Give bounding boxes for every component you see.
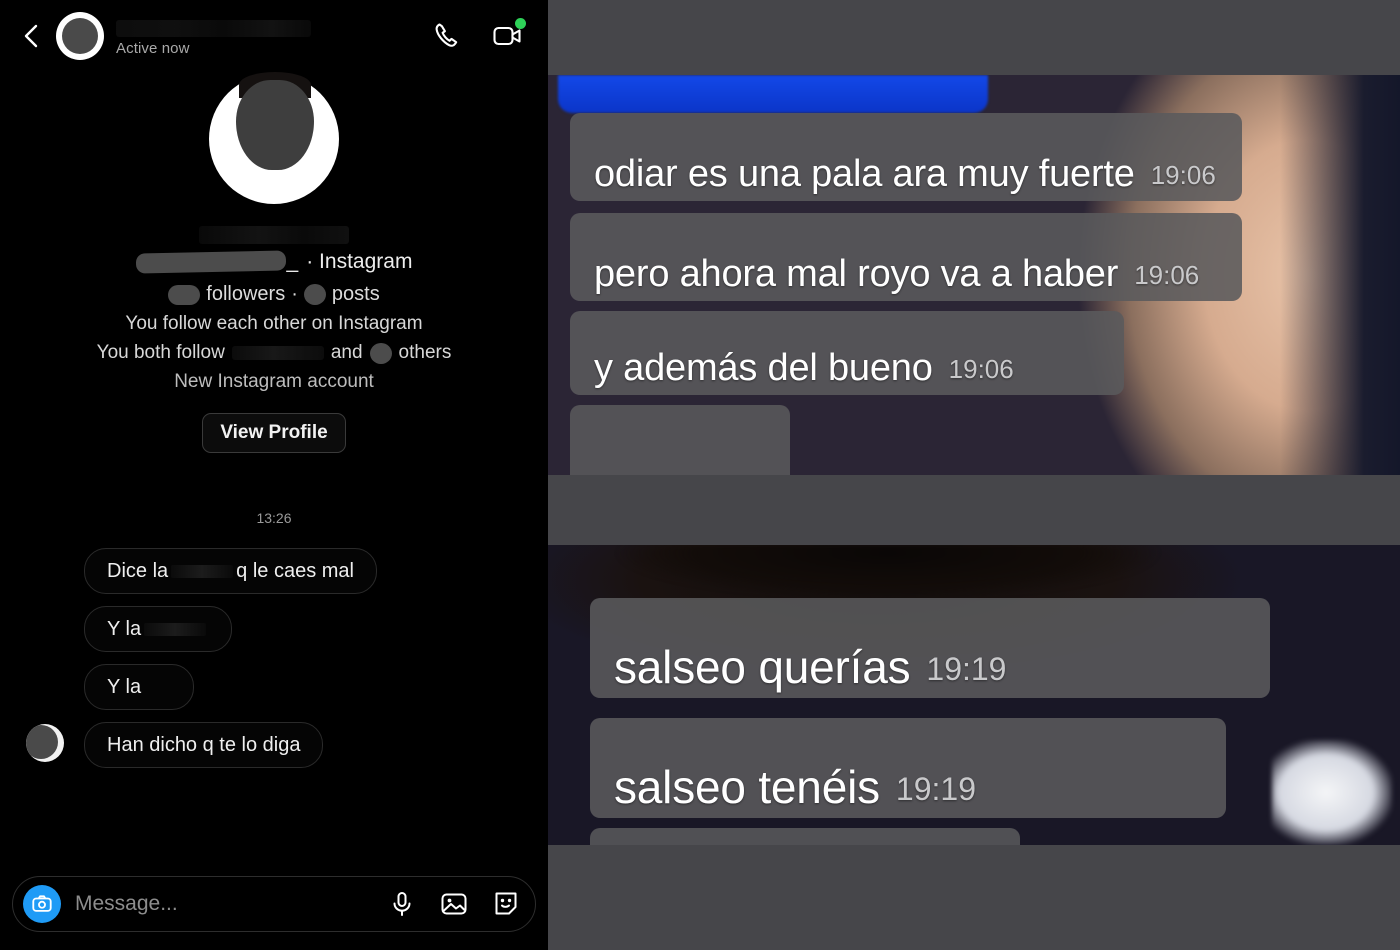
profile-platform-label: · Instagram: [306, 250, 413, 273]
chat-bubble-text: odiar es una pala ara muy fuerte: [594, 153, 1135, 195]
message-redaction: [144, 623, 207, 637]
posts-label: posts: [331, 283, 380, 305]
profile-display-name-redacted: [199, 226, 349, 244]
view-profile-button[interactable]: View Profile: [202, 413, 346, 453]
mutual-follow-text: You follow each other on Instagram: [125, 313, 423, 334]
profile-card: _ · Instagram followers · posts You foll…: [0, 72, 548, 453]
image-icon[interactable]: [439, 889, 469, 919]
chat-bubble-partial: [590, 828, 1020, 845]
chat-bubble-text: y además del bueno: [594, 347, 933, 389]
both-follow-count-redacted: [369, 342, 392, 364]
composer-actions: [387, 889, 521, 919]
posts-count-redacted: [303, 284, 326, 305]
chat-bubble-text: pero ahora mal royo va a haber: [594, 253, 1119, 295]
profile-handle-row: _ · Instagram: [135, 250, 413, 274]
top-chat-screenshot: odiar es una pala ara muy fuerte 19:06 p…: [548, 75, 1400, 475]
message-bubble[interactable]: Han dicho q te lo diga: [84, 722, 324, 768]
profile-handle-redacted: [135, 250, 286, 274]
contact-name-redacted: [116, 19, 311, 37]
message-text-before: Dice la: [107, 560, 169, 582]
contact-name-block[interactable]: Active now: [116, 16, 430, 57]
sticker-icon[interactable]: [491, 889, 521, 919]
message-bubble[interactable]: Y la: [84, 664, 195, 710]
message-composer: [12, 876, 536, 932]
blue-banner: [558, 75, 988, 113]
microphone-icon[interactable]: [387, 889, 417, 919]
message-row: Y la: [0, 664, 548, 710]
message-bubble[interactable]: Y la: [84, 606, 233, 652]
video-camera-icon[interactable]: [490, 18, 526, 53]
chat-bubble-time: 19:19: [895, 771, 976, 807]
message-input[interactable]: [75, 892, 377, 916]
message-bubble[interactable]: Dice la q le caes mal: [84, 548, 377, 594]
stats-separator: ·: [291, 283, 298, 305]
message-text-before: Y la: [107, 618, 142, 640]
instagram-dm-panel: Active now _ · Instagram followers · pos…: [0, 0, 548, 950]
green-status-dot: [515, 18, 526, 29]
chat-bubble-text: salseo querías: [614, 641, 911, 693]
dm-header: Active now: [0, 0, 548, 72]
sender-avatar: [26, 724, 64, 762]
message-redaction: [171, 565, 234, 579]
chat-bubble: y además del bueno 19:06: [570, 311, 1124, 395]
conversation-timestamp: 13:26: [256, 510, 292, 526]
both-follow-row: You both follow and others: [96, 342, 452, 364]
chat-photo-panel: odiar es una pala ara muy fuerte 19:06 p…: [548, 0, 1400, 950]
new-account-text: New Instagram account: [174, 371, 374, 392]
profile-avatar[interactable]: [209, 72, 339, 204]
chat-bubble: salseo querías 19:19: [590, 598, 1270, 698]
message-row: Han dicho q te lo diga: [0, 722, 548, 768]
chat-bubble-time: 19:06: [1134, 260, 1200, 290]
back-chevron-icon[interactable]: [18, 22, 46, 50]
message-row: Y la: [0, 606, 548, 652]
phone-icon[interactable]: [430, 19, 464, 53]
both-follow-others: others: [398, 342, 452, 363]
followers-label: followers: [206, 283, 286, 305]
profile-handle-suffix: _: [286, 250, 299, 273]
message-list: 13:26 Dice la q le caes mal Y la Y la Ha…: [0, 510, 548, 780]
chat-bubble-time: 19:19: [926, 651, 1007, 687]
camera-icon[interactable]: [23, 885, 61, 923]
both-follow-name-redacted: [231, 346, 324, 360]
chat-bubble-time: 19:06: [948, 354, 1014, 384]
chat-bubble: pero ahora mal royo va a haber 19:06: [570, 213, 1242, 301]
profile-stats: followers · posts: [168, 283, 380, 306]
chat-bubble-text: salseo tenéis: [614, 761, 880, 813]
photo-highlight: [1272, 740, 1392, 845]
chat-bubble: salseo tenéis 19:19: [590, 718, 1226, 818]
chat-bubble-partial: [570, 405, 790, 475]
followers-count-redacted: [168, 284, 201, 305]
chat-bubble-time: 19:06: [1150, 160, 1216, 190]
both-follow-and: and: [330, 342, 363, 363]
header-actions: [430, 18, 530, 53]
message-row: Dice la q le caes mal: [0, 548, 548, 594]
message-text-before: Han dicho q te lo diga: [107, 734, 301, 756]
chat-bubble: odiar es una pala ara muy fuerte 19:06: [570, 113, 1242, 201]
bottom-chat-screenshot: salseo querías 19:19 salseo tenéis 19:19: [548, 545, 1400, 845]
contact-avatar[interactable]: [56, 12, 104, 60]
active-status-text: Active now: [116, 39, 190, 57]
both-follow-prefix: You both follow: [96, 342, 225, 363]
message-text-before: Y la: [107, 676, 142, 698]
message-text-after: q le caes mal: [236, 560, 354, 582]
screenshot-collage: Active now _ · Instagram followers · pos…: [0, 0, 1400, 950]
